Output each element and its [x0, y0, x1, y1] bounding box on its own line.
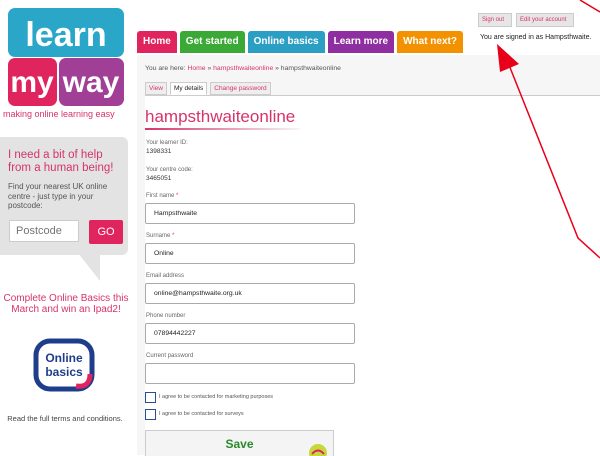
terms-link[interactable]: Read the full terms and conditions. — [0, 414, 136, 423]
required-marker: * — [176, 193, 179, 199]
tab-view[interactable]: View — [145, 82, 167, 95]
breadcrumb-sep-2: » — [275, 65, 279, 72]
save-button[interactable]: Save — [145, 430, 334, 456]
logo-text-way: way — [62, 66, 120, 99]
marketing-checkbox[interactable] — [145, 392, 156, 403]
tab-my-details[interactable]: My details — [169, 82, 208, 95]
logo-text-learn: learn — [25, 16, 106, 54]
breadcrumb-home[interactable]: Home — [187, 65, 205, 72]
title-underline — [145, 128, 300, 130]
nav-tab-home[interactable]: Home — [137, 31, 177, 53]
centre-code-label: Your centre code: — [146, 167, 193, 173]
learn-my-way-logo[interactable]: learn my way — [8, 8, 124, 106]
centre-code-value: 3465051 — [146, 175, 172, 182]
password-label: Current password — [146, 353, 194, 359]
breadcrumb-prefix: You are here: — [145, 65, 186, 72]
promo-text: Complete Online Basics this March and wi… — [3, 293, 129, 315]
surname-label-text: Surname — [146, 233, 171, 239]
page-title: hampsthwaiteonline — [145, 107, 296, 126]
phone-field[interactable] — [145, 323, 355, 344]
email-label: Email address — [146, 273, 185, 279]
first-name-field[interactable] — [145, 203, 355, 224]
go-button[interactable]: GO — [89, 220, 123, 244]
speech-bubble-tail — [78, 253, 100, 281]
my-details-panel: hampsthwaiteonline Your learner ID: 1398… — [145, 95, 600, 456]
breadcrumb-user[interactable]: hampsthwaiteonline — [213, 65, 273, 72]
postcode-input[interactable] — [9, 220, 79, 242]
edit-account-button[interactable]: Edit your account — [516, 13, 574, 27]
nav-tab-learn-more[interactable]: Learn more — [327, 31, 395, 53]
sidebar: learn my way making online learning easy… — [0, 0, 132, 455]
sign-out-button[interactable]: Sign out — [478, 13, 512, 27]
help-title: I need a bit of help from a human being! — [8, 149, 114, 174]
logo-text-my: my — [10, 66, 54, 99]
current-password-field[interactable] — [145, 363, 355, 384]
ball-icon — [309, 444, 327, 456]
breadcrumb: You are here: Home » hampsthwaiteonline … — [145, 65, 341, 72]
surveys-checkbox[interactable] — [145, 409, 156, 420]
signed-in-status: You are signed in as Hampsthwaite. — [480, 34, 592, 41]
nav-tab-get-started[interactable]: Get started — [179, 31, 245, 53]
profile-tabs: View My details Change password — [145, 82, 274, 95]
online-basics-logo[interactable]: Online basics — [32, 338, 96, 392]
learner-id-value: 1398331 — [146, 148, 172, 155]
tab-change-password[interactable]: Change password — [210, 82, 271, 95]
surname-field[interactable] — [145, 243, 355, 264]
marketing-checkbox-label: I agree to be contacted for marketing pu… — [159, 394, 274, 400]
breadcrumb-sep-1: » — [207, 65, 212, 72]
email-field[interactable] — [145, 283, 355, 304]
help-box: I need a bit of help from a human being!… — [0, 137, 128, 255]
first-name-label: First name * — [146, 193, 178, 199]
online-basics-line1: Online — [45, 351, 83, 365]
tagline: making online learning easy — [3, 109, 115, 119]
online-basics-line2: basics — [45, 365, 83, 379]
help-text: Find your nearest UK online centre - jus… — [8, 182, 108, 210]
surveys-checkbox-label: I agree to be contacted for surveys — [159, 411, 244, 417]
learner-id-label: Your learner ID: — [146, 140, 188, 146]
breadcrumb-current: hampsthwaiteonline — [280, 65, 341, 72]
main-nav: Home Get started Online basics Learn more Wh… — [137, 31, 466, 53]
nav-tab-what-next[interactable]: What next? — [397, 31, 463, 53]
surname-label: Surname * — [146, 233, 174, 239]
phone-label: Phone number — [146, 313, 186, 319]
required-marker: * — [172, 233, 175, 239]
nav-tab-online-basics[interactable]: Online basics — [247, 31, 325, 53]
main-content: You are here: Home » hampsthwaiteonline … — [137, 55, 600, 456]
first-name-label-text: First name — [146, 193, 175, 199]
